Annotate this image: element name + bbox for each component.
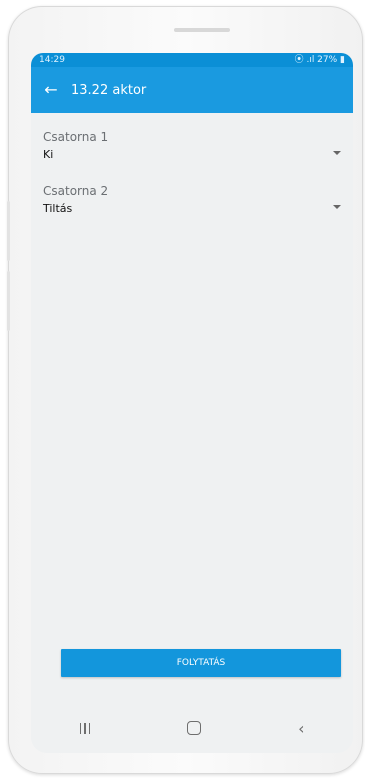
page-title: 13.22 aktor — [71, 82, 147, 98]
status-time: 14:29 — [39, 55, 65, 65]
home-icon[interactable] — [187, 721, 202, 735]
chevron-down-icon — [333, 151, 341, 155]
system-nav-bar: ‹ — [31, 703, 353, 753]
recents-icon[interactable] — [79, 722, 91, 734]
back-chevron-icon[interactable]: ‹ — [298, 719, 304, 738]
channel-2-select[interactable]: Csatorna 2 Tiltás — [43, 184, 341, 216]
back-button[interactable]: ← — [31, 67, 71, 113]
screen: 14:29 ⦿ .ıl 27% ▮ ← 13.22 aktor Csatorna… — [31, 53, 353, 753]
bixby-button — [7, 271, 10, 331]
form: Csatorna 1 Ki Csatorna 2 Tiltás — [31, 113, 353, 216]
channel-1-value: Ki — [43, 148, 54, 161]
arrow-left-icon: ← — [44, 80, 58, 99]
volume-button — [7, 201, 10, 261]
channel-2-value: Tiltás — [43, 202, 73, 215]
status-indicators: ⦿ .ıl 27% ▮ — [294, 55, 345, 65]
status-bar: 14:29 ⦿ .ıl 27% ▮ — [31, 53, 353, 67]
channel-2-label: Csatorna 2 — [43, 184, 109, 198]
channel-1-select[interactable]: Csatorna 1 Ki — [43, 130, 341, 162]
channel-1-label: Csatorna 1 — [43, 130, 109, 144]
phone-frame: 14:29 ⦿ .ıl 27% ▮ ← 13.22 aktor Csatorna… — [7, 6, 363, 774]
chevron-down-icon — [333, 205, 341, 209]
speaker-grille — [174, 28, 230, 32]
continue-button[interactable]: FOLYTATÁS — [61, 649, 341, 677]
app-bar: ← 13.22 aktor — [31, 67, 353, 113]
